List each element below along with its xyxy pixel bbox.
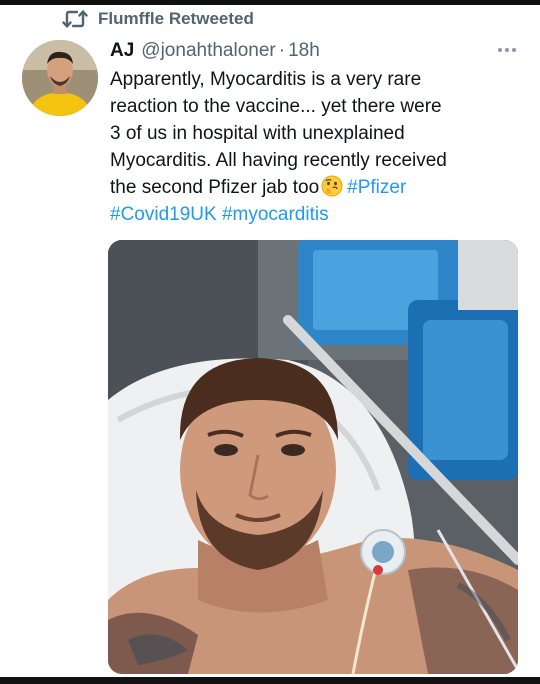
hashtag-line: #Covid19UK #myocarditis <box>110 201 530 228</box>
separator-dot: · <box>278 40 286 61</box>
author-name[interactable]: AJ <box>110 40 134 62</box>
tweet-text-line: the second Pfizer jab too <box>110 177 320 198</box>
tweet-text-line: reaction to the vaccine... yet there wer… <box>110 96 442 117</box>
top-edge-bar <box>0 0 540 5</box>
tweet-text-line-with-hashtag: the second Pfizer jab too #Pfizer <box>110 174 530 201</box>
more-horizontal-icon[interactable] <box>496 40 518 60</box>
tweet-header: AJ @jonahthaloner · 18h <box>110 38 518 64</box>
retweet-icon <box>62 9 88 29</box>
hashtag-link[interactable]: #Pfizer <box>347 177 406 198</box>
hashtag-link[interactable]: #myocarditis <box>222 204 329 225</box>
tweet-text-line: Myocarditis. All having recently receive… <box>110 150 447 171</box>
avatar[interactable] <box>22 40 98 116</box>
retweet-context[interactable]: Flumffle Retweeted <box>62 8 254 30</box>
retweet-label: Flumffle Retweeted <box>98 9 254 28</box>
author-handle[interactable]: @jonahthaloner <box>141 40 275 62</box>
tweet-text: Apparently, Myocarditis is a very rare r… <box>110 66 530 228</box>
tweet-text-line: Apparently, Myocarditis is a very rare <box>110 69 422 90</box>
tweet-text-line: 3 of us in hospital with unexplained <box>110 123 405 144</box>
hashtag-link[interactable]: #Covid19UK <box>110 204 217 225</box>
timestamp[interactable]: 18h <box>288 40 320 62</box>
thinking-face-emoji <box>321 175 343 197</box>
bottom-edge-bar <box>0 677 540 684</box>
tweet-photo[interactable] <box>108 240 518 674</box>
